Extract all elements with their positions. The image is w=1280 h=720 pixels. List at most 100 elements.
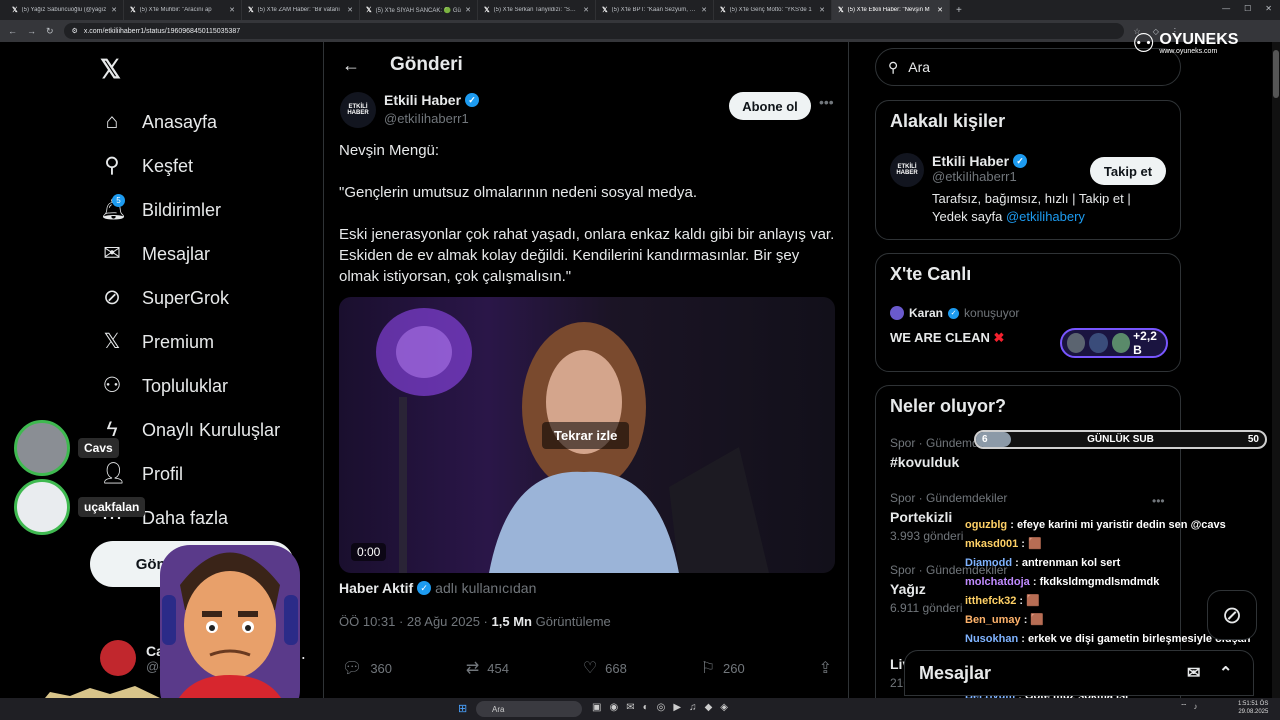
app-icon[interactable]: ◆ <box>705 702 713 713</box>
replay-button[interactable]: Tekrar izle <box>542 422 630 449</box>
avatar <box>100 640 136 676</box>
close-tab-icon[interactable]: ✕ <box>229 6 235 14</box>
tab-title: (5) Yağız Sabuncuoğlu (@yagız <box>21 7 107 13</box>
author-name[interactable]: Etkili Haber <box>384 92 461 108</box>
bookmark-count: 260 <box>723 660 745 676</box>
nav-item-notifications[interactable]: 🔔︎ 5 Bildirimler <box>100 188 280 232</box>
author-avatar[interactable]: ETKİLİ HABER <box>340 92 376 128</box>
nav-item-communities[interactable]: ⚇ Topluluklar <box>100 364 280 408</box>
maximize-icon[interactable]: ☐ <box>1244 4 1251 13</box>
windows-start-icon[interactable]: ⊞ <box>458 702 467 715</box>
tweet-paragraph: "Gençlerin umutsuz olmalarının nedeni so… <box>339 184 698 201</box>
browser-tab[interactable]: 𝕏 (5) X'te Muhbir: "Aracını ap ✕ <box>124 0 242 20</box>
listener-avatar <box>1110 332 1132 354</box>
bio-link[interactable]: @etkilihabery <box>1006 209 1085 224</box>
subscribe-button[interactable]: Abone ol <box>729 92 811 120</box>
browser-tab-active[interactable]: 𝕏 (5) X'te Etkili Haber: "Nevşin M ✕ <box>832 0 950 20</box>
source-name[interactable]: Haber Aktif <box>339 580 413 596</box>
close-tab-icon[interactable]: ✕ <box>111 6 117 14</box>
taskbar-clock[interactable]: 1:51:51 ÖS 29.08.2025 <box>1238 700 1268 716</box>
grok-button[interactable]: ⊘ <box>1207 590 1257 640</box>
share-button[interactable]: ⇪ <box>819 658 832 678</box>
scrollbar-thumb[interactable] <box>1273 50 1279 98</box>
close-tab-icon[interactable]: ✕ <box>701 6 707 14</box>
card-title: Neler oluyor? <box>890 396 1007 416</box>
app-icon[interactable]: ◈ <box>720 702 728 713</box>
messages-drawer[interactable]: Mesajlar ✉ ⌃ <box>904 650 1254 696</box>
file-explorer-icon[interactable]: ▣ <box>592 702 601 713</box>
browser-tab[interactable]: 𝕏 (5) Yağız Sabuncuoğlu (@yagız ✕ <box>6 0 124 20</box>
site-info-icon[interactable]: ⚙ <box>72 27 78 35</box>
view-count: 1,5 Mn <box>491 614 532 629</box>
nav-item-home[interactable]: ⌂ Anasayfa <box>100 100 280 144</box>
media-icon[interactable]: ▶ <box>673 702 681 713</box>
trend-more-icon[interactable]: ••• <box>1152 494 1165 508</box>
nav-item-premium[interactable]: 𝕏 Premium <box>100 320 280 364</box>
author-handle[interactable]: @etkiIihaberr1 <box>384 111 479 126</box>
close-tab-icon[interactable]: ✕ <box>937 6 943 14</box>
mail-icon[interactable]: ✉ <box>626 702 634 713</box>
live-host[interactable]: Karan ✓ konuşuyor <box>890 306 1019 320</box>
nav-item-messages[interactable]: ✉ Mesajlar <box>100 232 280 276</box>
back-icon[interactable]: ← <box>8 26 17 36</box>
space-title[interactable]: WE ARE CLEAN ✖ <box>890 330 1004 346</box>
nav-item-explore[interactable]: ⚲ Keşfet <box>100 144 280 188</box>
bookmark-button[interactable]: ⚐ 260 <box>701 658 745 678</box>
volume-icon[interactable]: ♪ <box>1194 702 1198 712</box>
x-logo-icon[interactable]: 𝕏 <box>100 54 121 85</box>
browser-tab[interactable]: 𝕏 (5) X'te Serkan Tanyıldızı: "Sosy ✕ <box>478 0 596 20</box>
reload-icon[interactable]: ↻ <box>46 26 54 37</box>
nav-item-verified-orgs[interactable]: ϟ Onaylı Kuruluşlar <box>100 408 280 452</box>
listeners-pill[interactable]: +2,2 B <box>1060 328 1168 358</box>
minimize-icon[interactable]: — <box>1222 4 1230 13</box>
nav-label: Premium <box>142 331 215 352</box>
voice-participant: Cavs <box>14 420 119 476</box>
tweet-actions: 💬︎ 360 ⇄ 454 ♡ 668 ⚐ 260 ⇪ <box>342 658 832 678</box>
nav-label: Keşfet <box>142 155 194 176</box>
nav-item-supergrok[interactable]: ⊘ SuperGrok <box>100 276 280 320</box>
grok-icon: ⊘ <box>1221 601 1243 629</box>
browser-tab[interactable]: 𝕏 (5) X'te SİYAH SANCAK: 🟢 Gü ✕ <box>360 0 478 20</box>
browser-icon[interactable]: ◉ <box>609 702 618 713</box>
related-avatar[interactable]: ETKİLİ HABER <box>890 153 924 187</box>
back-arrow-icon[interactable]: ← <box>342 55 360 76</box>
chat-text: fkdksldmgmdlsmdmdk <box>1039 576 1160 588</box>
taskbar-apps: ▣ ◉ ✉ ◐ ◎ ▶ ♫ ◆ ◈ <box>592 702 728 713</box>
more-options-icon[interactable]: ••• <box>819 94 834 110</box>
like-button[interactable]: ♡ 668 <box>583 658 627 678</box>
close-window-icon[interactable]: ✕ <box>1265 4 1272 13</box>
heart-icon: ♡ <box>582 660 598 677</box>
steam-icon[interactable]: ◎ <box>657 702 666 713</box>
reply-button[interactable]: 💬︎ 360 <box>342 658 392 678</box>
browser-tab[interactable]: 𝕏 (5) X'te BPT: "Kaan Sezyum, hal ✕ <box>596 0 714 20</box>
new-message-icon[interactable]: ✉ <box>1187 663 1200 683</box>
listener-avatar <box>1066 332 1087 354</box>
wifi-icon[interactable]: ⌔ <box>1180 702 1188 712</box>
close-tab-icon[interactable]: ✕ <box>583 6 589 14</box>
search-icon: ⚲ <box>104 154 120 177</box>
close-tab-icon[interactable]: ✕ <box>465 6 471 14</box>
follow-button[interactable]: Takip et <box>1090 157 1166 185</box>
forward-icon[interactable]: → <box>27 26 36 36</box>
browser-tab[interactable]: 𝕏 (5) X'te ZAM Haber: "Bir vatanı ✕ <box>242 0 360 20</box>
repost-count: 454 <box>487 660 509 676</box>
new-tab-button[interactable]: + <box>956 5 962 16</box>
tweet-author[interactable]: ETKİLİ HABER Etkili Haber ✓ @etkiIihaberr… <box>340 92 480 128</box>
tweet-time[interactable]: ÖÖ 10:31 · 28 Ağu 2025 · <box>339 614 488 629</box>
repost-button[interactable]: ⇄ 454 <box>466 658 509 678</box>
browser-tab[interactable]: 𝕏 (5) X'te Genç Motto: "YKS'de 1 ✕ <box>714 0 832 20</box>
x-favicon-icon: 𝕏 <box>484 7 490 14</box>
music-icon[interactable]: ♫ <box>689 702 697 713</box>
sponsor-logo: ⚇ OYUNEKS www.oyuneks.com <box>1132 28 1238 59</box>
video-source[interactable]: Haber Aktif ✓ adlı kullanıcıdan <box>339 580 536 596</box>
expand-icon[interactable]: ⌃ <box>1219 663 1232 683</box>
chat-user: Nusokhan <box>965 633 1019 645</box>
related-name[interactable]: Etkili Haber <box>932 153 1009 169</box>
speaking-label: konuşuyor <box>964 306 1020 320</box>
tweet-video[interactable]: Tekrar izle 0:00 <box>339 297 835 573</box>
close-tab-icon[interactable]: ✕ <box>819 6 825 14</box>
close-tab-icon[interactable]: ✕ <box>347 6 353 14</box>
discord-icon[interactable]: ◐ <box>643 702 649 713</box>
taskbar-search[interactable]: Ara <box>476 701 582 717</box>
url-field[interactable]: ⚙ x.com/etkiliihaberr1/status/1960968450… <box>63 23 1124 39</box>
